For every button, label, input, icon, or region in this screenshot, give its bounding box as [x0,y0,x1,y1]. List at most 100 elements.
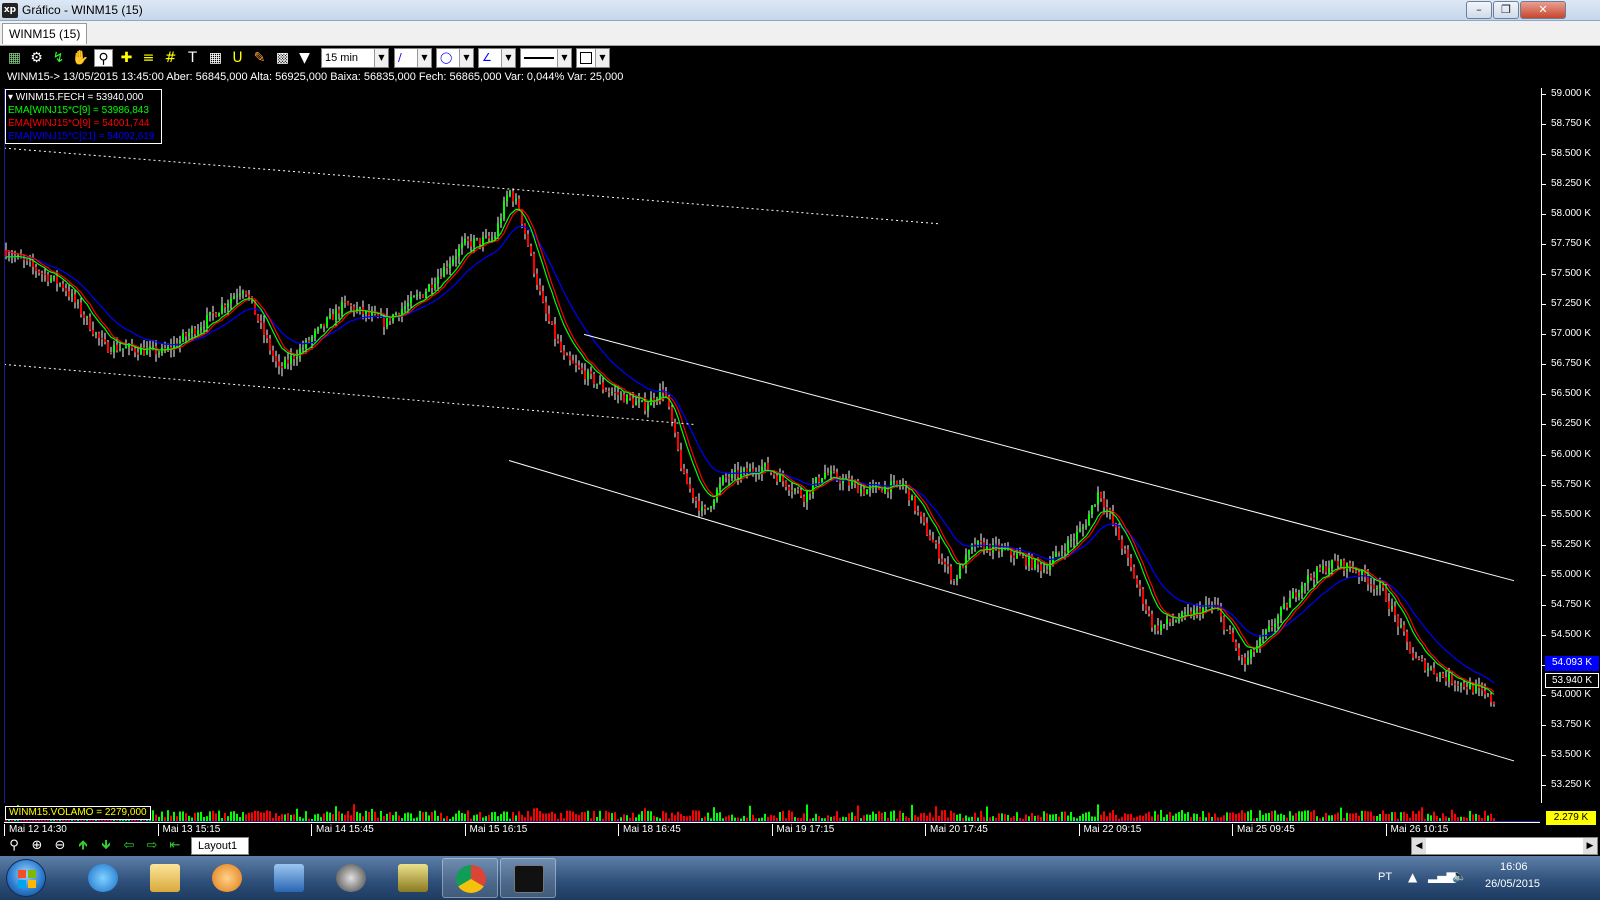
candle [512,188,514,207]
candle [80,297,82,318]
minimize-button[interactable]: – [1466,1,1492,19]
volume-bar [1490,813,1492,821]
volume-bar [584,812,586,821]
taskbar-media-player[interactable] [199,858,255,898]
candle [533,251,535,278]
tab-winm15[interactable]: WINM15 (15) [2,23,88,44]
arrow-end-left-icon[interactable]: ⇤ [166,838,184,854]
candle [1388,593,1390,617]
candle [1082,523,1084,537]
volume-bar [809,818,811,821]
horizontal-line-icon[interactable]: ≡ [139,49,158,67]
zoom-icon[interactable]: ⚲ [5,838,23,854]
fib-tool-select[interactable]: ∠ ▼ [478,48,516,68]
line-tool-select[interactable]: ∕ ▼ [394,48,432,68]
language-indicator[interactable]: PT [1378,871,1392,883]
candle [1091,505,1093,519]
text-icon[interactable]: T [183,49,202,67]
candle [320,323,322,329]
save-icon[interactable]: ▩ [273,49,292,67]
volume-icon[interactable]: 🔈 [1452,869,1467,883]
legend-item[interactable]: EMA[WINJ15*C[9] = 53986,843 [8,104,159,117]
chart-type-icon[interactable]: ▦ [5,49,24,67]
candle [1061,545,1063,557]
taskbar-file-explorer[interactable] [137,858,193,898]
candle [509,189,511,198]
volume-chart[interactable] [4,803,1540,822]
candle [1274,618,1276,633]
candle [557,334,559,344]
candle [647,400,649,418]
candle [401,302,403,323]
taskbar-transfer[interactable] [385,858,441,898]
pen-icon[interactable]: ✎ [250,49,269,67]
channel-line[interactable] [508,460,1515,762]
volume-bar [1151,816,1153,821]
candle [1163,624,1165,629]
candle [1181,610,1183,622]
line-style-select[interactable]: ▼ [520,48,572,68]
windows-start-icon[interactable] [6,859,46,897]
candle [428,283,430,292]
volume-bar [428,815,430,821]
color-picker-select[interactable]: ▼ [576,48,610,68]
tray-arrow-icon[interactable]: ▲ [1408,870,1417,884]
arrow-right-icon[interactable]: ⇨ [143,838,161,854]
channel-line[interactable] [583,333,1515,582]
candle [1304,582,1306,594]
taskbar-outlook[interactable] [261,858,317,898]
hand-icon[interactable]: ✋ [71,49,90,67]
candle [452,255,454,267]
legend-item[interactable]: EMA[WINJ15*C[21] = 54092,619 [8,130,159,143]
volume-bar [1427,813,1429,821]
volume-bar [1376,816,1378,821]
scroll-left-icon[interactable]: ◀ [1412,838,1426,854]
volume-bar [1286,817,1288,821]
arrow-left-icon[interactable]: ⇦ [120,838,138,854]
taskbar-chrome[interactable] [442,858,498,898]
legend-item[interactable]: EMA[WINJ15*O[9] = 54001,744 [8,117,159,130]
arrow-up-icon[interactable]: 🡹 [74,838,92,854]
price-axis[interactable]: 59.000 K 58.750 K 58.500 K 58.250 K 58.000 K… [1541,88,1600,803]
zoom-out-icon[interactable]: ⊖ [51,838,69,854]
chart-legend[interactable]: ▾ WINM15.FECH = 53940,000 EMA[WINJ15*C[9]… [5,89,162,144]
tab-layout1[interactable]: Layout1 [191,837,249,855]
volume-bar [167,810,169,821]
maximize-button[interactable]: ❐ [1493,1,1519,19]
volume-bar [749,805,751,821]
zoom-in-icon[interactable]: ⊕ [28,838,46,854]
chart-scrollbar[interactable]: ◀ ▶ [1411,837,1598,855]
ellipse-tool-select[interactable]: ◯ ▼ [436,48,474,68]
indicator-icon[interactable]: ↯ [49,49,68,67]
candle [245,290,247,297]
candle [182,329,184,342]
volume-bar [479,812,481,821]
taskbar-internet-explorer[interactable] [75,858,131,898]
zoom-area-icon[interactable]: ⚲ [94,49,113,67]
scroll-right-icon[interactable]: ▶ [1583,838,1597,854]
volume-bar [812,818,814,821]
clock-time[interactable]: 16:06 [1500,861,1528,873]
candle [296,349,298,366]
calculator-icon[interactable]: ▦ [206,49,225,67]
taskbar-xp-investimentos[interactable] [500,858,556,898]
timeframe-select[interactable]: 15 min ▼ [321,48,389,68]
legend-item[interactable]: ▾ WINM15.FECH = 53940,000 [8,91,159,104]
volume-bar [494,811,496,821]
candle [50,274,52,284]
close-button[interactable]: ✕ [1520,1,1566,19]
volume-bar [1457,817,1459,821]
arrow-down-icon[interactable]: 🡻 [97,838,115,854]
candle [755,467,757,482]
gear-icon[interactable]: ⚙ [27,49,46,67]
filter-icon[interactable]: ▼ [295,49,314,67]
magnet-icon[interactable]: U [228,49,247,67]
volume-bar [1118,818,1120,821]
price-chart[interactable] [4,88,1540,803]
grid-icon[interactable]: # [161,49,180,67]
dotted-trendline[interactable] [4,147,940,225]
candle [1001,543,1003,557]
taskbar-hp[interactable] [323,858,379,898]
clock-date[interactable]: 26/05/2015 [1485,878,1540,890]
crosshair-icon[interactable]: ✚ [117,49,136,67]
